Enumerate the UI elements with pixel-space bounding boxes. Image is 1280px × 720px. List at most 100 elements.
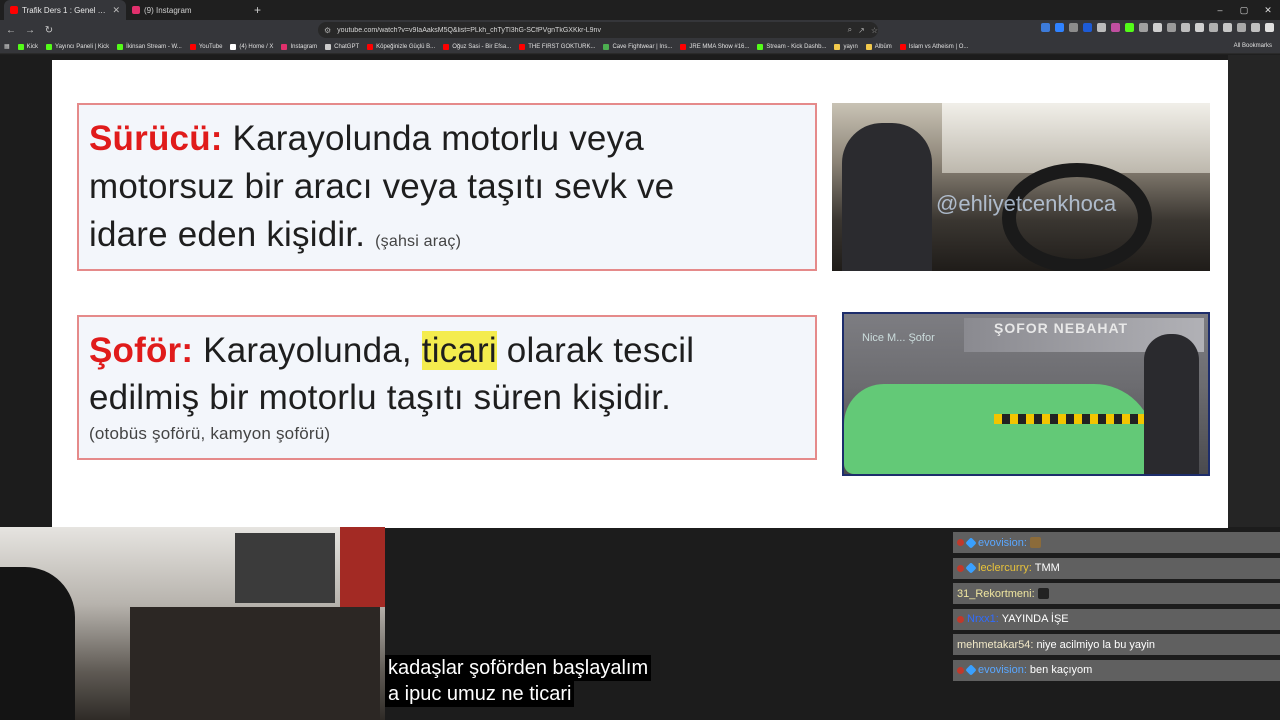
photo-watermark: @ehliyetcenkhoca [936, 191, 1117, 216]
definition-text: idare eden kişidir. [89, 215, 366, 254]
chat-text: TMM [1034, 562, 1060, 575]
extension-icon[interactable] [1041, 23, 1050, 32]
extension-icon[interactable] [1223, 23, 1232, 32]
extension-icon[interactable] [1237, 23, 1246, 32]
zoom-icon[interactable]: ⌕ [848, 25, 852, 35]
bookmark-item[interactable]: Islam vs Atheism | O... [899, 43, 969, 50]
chat-username: evovision: [978, 664, 1027, 677]
steering-wheel [1002, 163, 1152, 271]
extension-icon[interactable] [1251, 23, 1260, 32]
youtube-icon [189, 43, 196, 50]
extension-icon[interactable] [1181, 23, 1190, 32]
emote-icon [1037, 588, 1049, 600]
bookmarks-bar: ▦ Kick Yayıncı Paneli | Kick İkinsan Str… [0, 40, 1280, 54]
extension-icon[interactable] [1097, 23, 1106, 32]
tab-strip: Trafik Ders 1 : Genel Tanımlar ✕ (9) Ins… [0, 0, 1280, 20]
bookmark-item[interactable]: YouTube [189, 43, 222, 50]
chat-message: evovision: [953, 532, 1280, 553]
subtitle-line: kadaşlar şoförden başlayalım [385, 655, 652, 681]
bookmark-label: yayın [843, 43, 858, 50]
extension-icon[interactable] [1125, 23, 1134, 32]
close-icon[interactable]: ✕ [112, 5, 120, 16]
bookmark-item[interactable]: Instagram [281, 43, 317, 50]
definition-line: Şoför: Karayolunda, ticari olarak tescil [89, 331, 694, 371]
minimize-button[interactable]: – [1208, 0, 1232, 20]
bookmark-item[interactable]: Köpeğinizle Güçlü B... [367, 43, 435, 50]
back-button[interactable]: ← [3, 22, 19, 38]
bookmark-folder[interactable]: Albüm [865, 43, 892, 50]
diamond-badge-icon [965, 664, 977, 677]
term-sofor: Şoför: [89, 331, 194, 370]
all-bookmarks-button[interactable]: All Bookmarks [1234, 43, 1272, 49]
reload-button[interactable]: ↻ [41, 22, 57, 38]
webcam-overlay [0, 527, 385, 720]
bookmark-item[interactable]: JRE MMA Show #16... [680, 43, 750, 50]
cave-icon [603, 43, 610, 50]
chat-overlay: evovision: leclercurry: TMM 31_Rekortmen… [953, 532, 1280, 686]
bookmark-item[interactable]: Oğuz Sasi - Bir Efsa... [443, 43, 512, 50]
extension-icon[interactable] [1111, 23, 1120, 32]
extension-icon[interactable] [1153, 23, 1162, 32]
site-info-icon[interactable]: ⚙ [324, 26, 331, 35]
menu-icon[interactable] [1265, 23, 1274, 32]
extension-icon[interactable] [1195, 23, 1204, 32]
bookmark-item[interactable]: İkinsan Stream - W... [117, 43, 182, 50]
man-figure [1144, 334, 1199, 474]
bookmark-item[interactable]: (4) Home / X [230, 43, 273, 50]
bookmark-item[interactable]: THE FIRST GOKTURK... [519, 43, 595, 50]
chat-username: evovision: [978, 536, 1027, 549]
url-text[interactable]: youtube.com/watch?v=v9IaAaksM5Q&list=PLk… [337, 27, 841, 34]
extension-icon[interactable] [1167, 23, 1176, 32]
bookmark-label: Cave Fightwear | Ins... [612, 43, 673, 50]
subtitles: kadaşlar şoförden başlayalım a ipuc umuz… [385, 655, 652, 707]
new-tab-button[interactable]: + [254, 3, 261, 17]
kick-icon [757, 43, 764, 50]
bookmark-label: Oğuz Sasi - Bir Efsa... [452, 43, 512, 50]
bookmark-label: Albüm [874, 43, 892, 50]
youtube-icon [680, 43, 687, 50]
taxi-checker-stripe [994, 414, 1144, 424]
extension-icon[interactable] [1139, 23, 1148, 32]
x-icon [230, 43, 237, 50]
definition-note: (şahsi araç) [375, 233, 462, 250]
bookmark-item[interactable]: ChatGPT [325, 43, 359, 50]
maximize-button[interactable]: ▢ [1232, 0, 1256, 20]
chat-message: 31_Rekortmeni: [953, 583, 1280, 605]
window-close-button[interactable]: ✕ [1256, 0, 1280, 20]
chat-message: Nrxx1: YAYINDA İŞE [953, 608, 1280, 630]
bookmark-label: Yayıncı Paneli | Kick [55, 43, 110, 50]
bookmark-item[interactable]: Cave Fightwear | Ins... [603, 43, 673, 50]
extension-icon[interactable] [1209, 23, 1218, 32]
badge-icon [957, 564, 964, 572]
tab-title: (9) Instagram [144, 5, 192, 15]
chat-message: mehmetakar54: niye acilmiyo la bu yayin [953, 634, 1280, 656]
extension-icon[interactable] [1083, 23, 1092, 32]
tab-instagram[interactable]: (9) Instagram [126, 0, 246, 20]
definition-sofor: Şoför: Karayolunda, ticari olarak tescil… [77, 315, 817, 460]
kick-icon [46, 43, 53, 50]
gaming-chair [0, 567, 75, 720]
apps-icon[interactable]: ▦ [4, 43, 10, 50]
chatgpt-icon [325, 43, 332, 50]
bookmark-label: JRE MMA Show #16... [689, 43, 750, 50]
tab-trafik-ders[interactable]: Trafik Ders 1 : Genel Tanımlar ✕ [4, 0, 126, 20]
bookmark-folder[interactable]: yayın [834, 43, 858, 50]
bookmark-item[interactable]: Stream - Kick Dashb... [757, 43, 827, 50]
bookmark-label: Stream - Kick Dashb... [766, 43, 827, 50]
extension-icon[interactable] [1069, 23, 1078, 32]
share-icon[interactable]: ↗ [858, 26, 865, 35]
bookmark-star-icon[interactable]: ☆ [871, 26, 878, 35]
definition-text: olarak tescil [496, 331, 695, 370]
extension-icon[interactable] [1055, 23, 1064, 32]
extensions-area [1041, 23, 1274, 32]
bookmark-label: Islam vs Atheism | O... [908, 43, 969, 50]
bookmark-item[interactable]: Yayıncı Paneli | Kick [46, 43, 110, 50]
chat-message: leclercurry: TMM [953, 557, 1280, 579]
bookmark-item[interactable]: Kick [17, 43, 38, 50]
badge-icon [957, 666, 964, 674]
forward-button[interactable]: → [22, 22, 38, 38]
address-bar[interactable]: ⚙ youtube.com/watch?v=v9IaAaksM5Q&list=P… [318, 22, 878, 38]
youtube-icon [519, 43, 526, 50]
chat-message: evovision: ben kaçıyom [953, 659, 1280, 681]
driver-figure [842, 123, 932, 271]
